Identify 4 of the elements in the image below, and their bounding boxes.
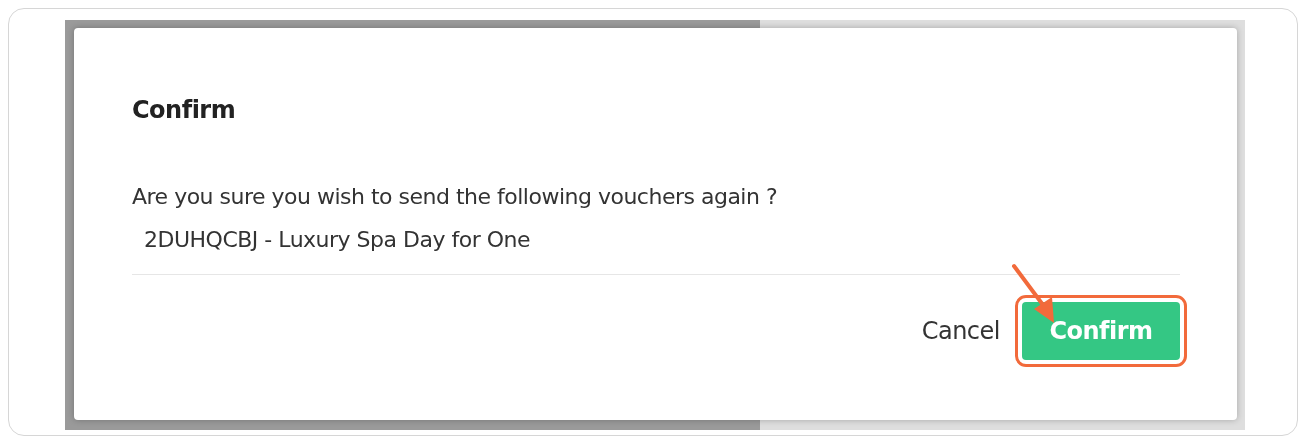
dialog-title: Confirm (132, 95, 237, 126)
cancel-button[interactable]: Cancel (921, 313, 1000, 349)
voucher-item: 2DUHQCBJ - Luxury Spa Day for One (144, 226, 531, 254)
dialog-message: Are you sure you wish to send the following vouchers again ? (132, 183, 779, 211)
